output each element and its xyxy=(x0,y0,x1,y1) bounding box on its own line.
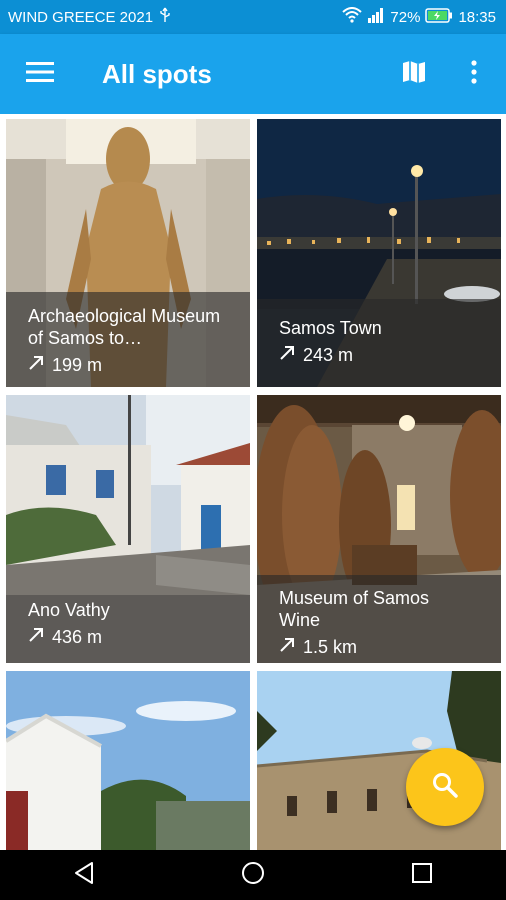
spot-distance: 1.5 km xyxy=(303,637,358,657)
battery-percent: 72% xyxy=(390,8,421,26)
map-button[interactable] xyxy=(386,34,442,114)
spot-name: Museum of Samos Wine xyxy=(279,588,430,630)
arrow-up-right-icon xyxy=(279,345,295,366)
spot-distance-row: 243 m xyxy=(279,345,487,366)
spot-caption: Samos Town 243 m xyxy=(257,299,501,387)
map-icon xyxy=(401,59,427,90)
more-vert-icon xyxy=(471,59,477,89)
spot-name: Archaeological Museum of Samos to… xyxy=(28,306,221,348)
search-button[interactable] xyxy=(406,748,484,826)
search-icon xyxy=(431,771,459,804)
back-button[interactable] xyxy=(54,850,114,900)
menu-icon xyxy=(26,61,54,88)
spot-caption: Archaeological Museum of Samos to… 199 m xyxy=(6,292,250,387)
spot-card-museum-of-samos-wine[interactable]: Museum of Samos Wine 1.5 km xyxy=(257,395,501,663)
spots-grid: Archaeological Museum of Samos to… 199 m xyxy=(0,114,506,850)
page-title: All spots xyxy=(102,58,212,89)
spot-distance-row: 1.5 km xyxy=(279,637,487,658)
status-bar: WIND GREECE 2021 72% 18:35 xyxy=(0,0,506,34)
spot-distance-row: 199 m xyxy=(28,355,236,376)
more-options-button[interactable] xyxy=(442,34,506,114)
home-circle-icon xyxy=(241,861,265,890)
spot-name: Ano Vathy xyxy=(28,600,110,620)
battery-icon xyxy=(425,7,453,27)
arrow-up-right-icon xyxy=(279,637,295,658)
home-button[interactable] xyxy=(223,850,283,900)
signal-icon xyxy=(367,7,385,27)
spot-card-archaeological-museum[interactable]: Archaeological Museum of Samos to… 199 m xyxy=(6,119,250,387)
spot-distance: 199 m xyxy=(52,355,103,375)
spot-card-chapel[interactable] xyxy=(6,671,250,850)
spot-photo xyxy=(6,671,250,850)
carrier-label: WIND GREECE 2021 xyxy=(8,8,154,26)
system-nav-bar xyxy=(0,850,506,900)
app-bar: All spots xyxy=(0,34,506,114)
arrow-up-right-icon xyxy=(28,355,44,376)
clock: 18:35 xyxy=(458,8,496,26)
spot-card-ano-vathy[interactable]: Ano Vathy 436 m xyxy=(6,395,250,663)
back-triangle-icon xyxy=(73,861,95,890)
wifi-icon xyxy=(342,7,363,27)
spot-name: Samos Town xyxy=(279,318,382,338)
spot-caption: Museum of Samos Wine 1.5 km xyxy=(257,575,501,663)
spot-distance: 436 m xyxy=(52,627,103,647)
recents-button[interactable] xyxy=(392,850,452,900)
arrow-up-right-icon xyxy=(28,627,44,648)
spot-card-samos-town[interactable]: Samos Town 243 m xyxy=(257,119,501,387)
usb-icon xyxy=(159,7,171,27)
spot-distance: 243 m xyxy=(303,345,354,365)
menu-button[interactable] xyxy=(0,34,80,114)
spot-caption: Ano Vathy 436 m xyxy=(6,595,250,663)
spot-distance-row: 436 m xyxy=(28,627,236,648)
recents-square-icon xyxy=(411,862,433,889)
